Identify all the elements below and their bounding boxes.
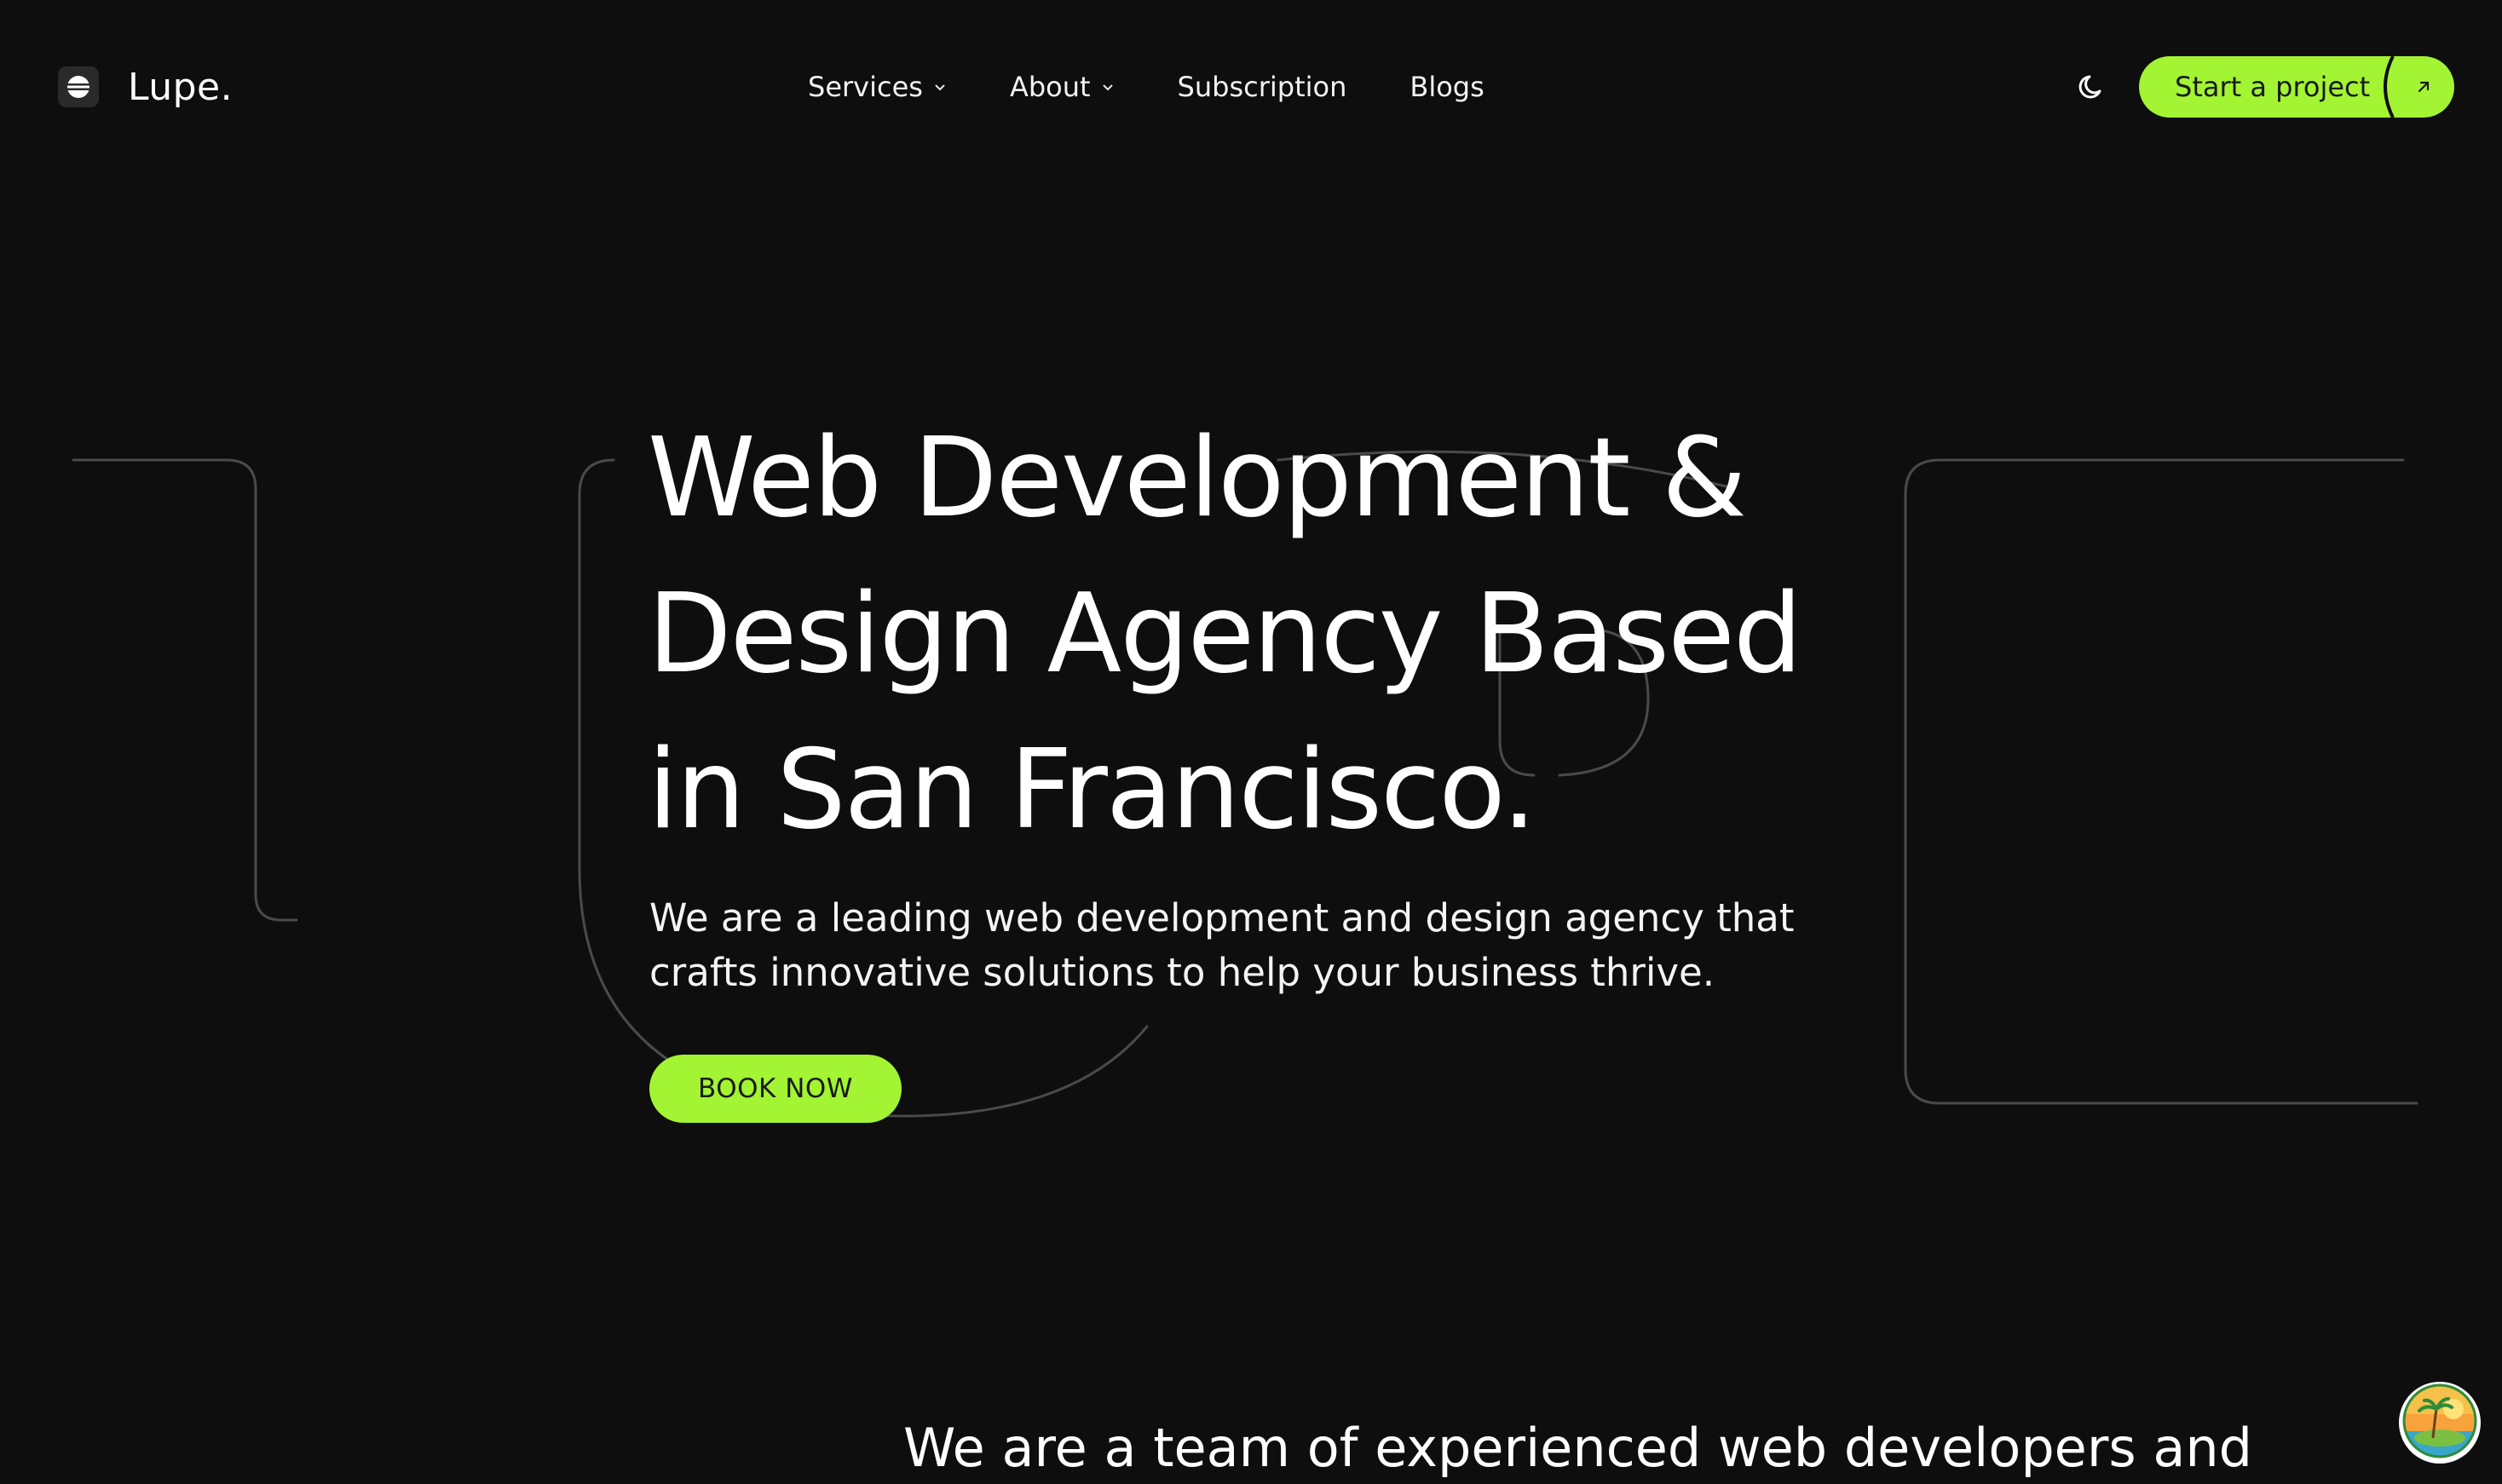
lupe-logo-icon [58,66,99,107]
about-intro-text: We are a team of experienced web develop… [903,1417,2252,1479]
deco-left-bracket [72,458,298,922]
arrow-up-right-icon [2393,56,2454,118]
nav-item-blogs[interactable]: Blogs [1410,71,1484,103]
chevron-down-icon [933,82,947,92]
nav-item-services[interactable]: Services [808,71,947,103]
logo-text: Lupe. [128,65,233,109]
nav-item-label: About [1009,71,1091,103]
nav-item-label: Subscription [1177,71,1347,103]
nav-item-label: Blogs [1410,71,1484,103]
deco-right-panel [1904,458,2418,1105]
page: Lupe. Services About Subscription Blogs [0,0,2502,1484]
logo[interactable]: Lupe. [58,63,233,111]
theme-toggle-button[interactable] [2073,68,2113,109]
floating-avatar-button[interactable] [2399,1382,2481,1464]
hero-subtitle-line: We are a leading web development and des… [649,895,1795,940]
hero-title-line: Web Development & [648,415,1747,542]
main-nav: Services About Subscription Blogs [808,65,1484,109]
hero-title-line: Design Agency Based [648,571,1802,698]
nav-item-label: Services [808,71,923,103]
book-now-button[interactable]: BOOK NOW [649,1055,902,1123]
hero-subtitle: We are a leading web development and des… [649,891,1859,1000]
beach-avatar-icon [2402,1383,2477,1462]
hero-title-line: in San Francisco. [648,727,1536,854]
hero-subtitle-line: crafts innovative solutions to help your… [649,950,1715,995]
site-header: Lupe. Services About Subscription Blogs [0,0,2502,174]
nav-item-subscription[interactable]: Subscription [1178,71,1347,103]
hero-title: Web Development & Design Agency Based in… [648,400,1841,868]
start-project-label: Start a project [2175,71,2371,103]
chevron-down-icon [1101,82,1115,92]
start-project-button[interactable]: Start a project [2139,56,2454,118]
nav-item-about[interactable]: About [1010,71,1115,103]
moon-icon [2077,71,2109,106]
